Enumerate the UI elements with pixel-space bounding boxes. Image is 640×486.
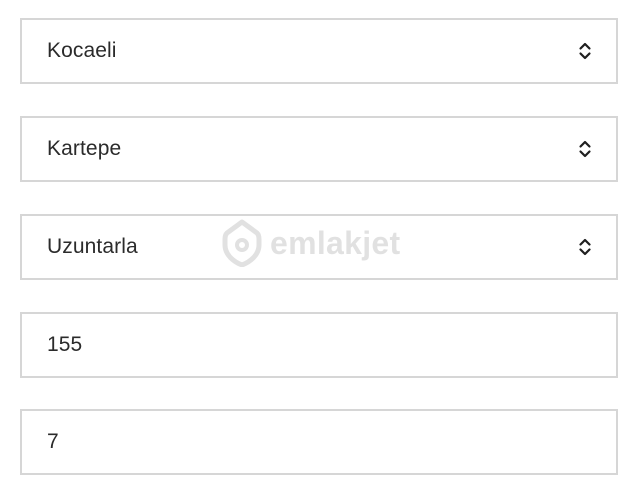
neighborhood-select[interactable]: Uzuntarla <box>20 214 618 280</box>
select-chevron-icon <box>578 41 592 61</box>
province-select[interactable]: Kocaeli <box>20 18 618 84</box>
district-select-value: Kartepe <box>47 137 122 160</box>
select-chevron-icon <box>578 139 592 159</box>
text-input-1-value: 155 <box>47 333 83 356</box>
listing-address-form: Kocaeli Kartepe Uzuntarla 155 7 emlakjet <box>0 0 640 486</box>
text-input-2-value: 7 <box>47 430 59 453</box>
district-select[interactable]: Kartepe <box>20 116 618 182</box>
select-chevron-icon <box>578 237 592 257</box>
province-select-value: Kocaeli <box>47 39 117 62</box>
text-input-2[interactable]: 7 <box>20 409 618 475</box>
neighborhood-select-value: Uzuntarla <box>47 235 138 258</box>
text-input-1[interactable]: 155 <box>20 312 618 378</box>
